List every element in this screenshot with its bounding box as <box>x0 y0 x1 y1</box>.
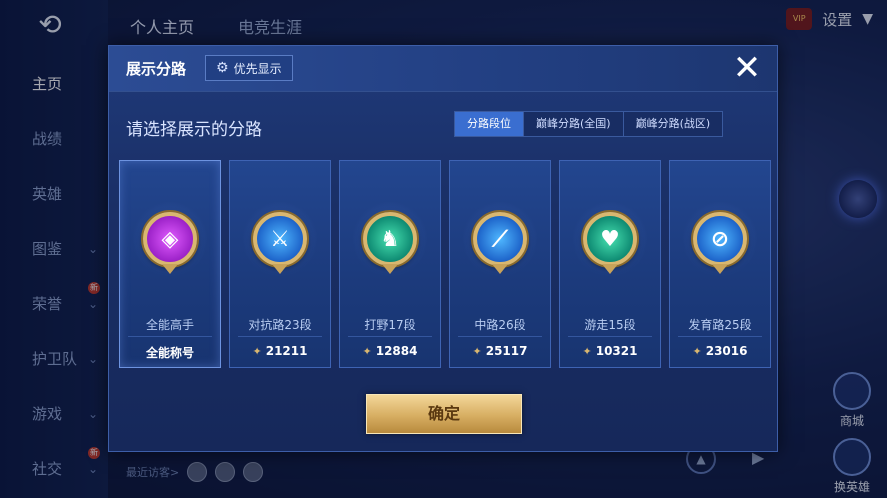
divider <box>348 336 432 337</box>
modal-subtitle: 请选择展示的分路 <box>126 120 262 140</box>
lane-score: 全能称号 <box>120 344 220 361</box>
gear-icon: ⚙ <box>216 60 229 76</box>
filter-tab[interactable]: 巅峰分路(全国) <box>524 112 624 136</box>
modal-header: 展示分路 ⚙ 优先显示 ✕ <box>109 46 777 92</box>
filter-tab[interactable]: 分路段位 <box>455 112 524 136</box>
lane-rank-label: 发育路25段 <box>688 318 752 332</box>
lane-score-value: 10321 <box>595 344 638 358</box>
score-icon: ✦ <box>472 344 482 358</box>
modal-title: 展示分路 <box>126 60 187 78</box>
divider <box>568 336 652 337</box>
lane-emblem-icon: ♞ <box>363 212 417 274</box>
divider <box>458 336 542 337</box>
lane-score: ✦ 10321 <box>560 344 660 358</box>
lane-score: ✦ 12884 <box>340 344 440 358</box>
lane-card[interactable]: ♞ 打野17段 ✦ 12884 <box>339 160 441 368</box>
lane-card[interactable]: ⊘ 发育路25段 ✦ 23016 <box>669 160 771 368</box>
lane-score-value: 12884 <box>375 344 418 358</box>
score-icon: ✦ <box>692 344 702 358</box>
filter-tabs: 分路段位 巅峰分路(全国) 巅峰分路(战区) <box>454 111 724 137</box>
divider <box>128 336 212 337</box>
lane-emblem-icon: ⟋ <box>473 212 527 274</box>
priority-display-label: 优先显示 <box>233 61 282 76</box>
emblem-glow: ♞ <box>352 201 428 277</box>
divider <box>238 336 322 337</box>
lane-rank-label: 中路26段 <box>474 318 526 332</box>
score-icon: ✦ <box>252 344 262 358</box>
lane-card[interactable]: ♥ 游走15段 ✦ 10321 <box>559 160 661 368</box>
lane-score: ✦ 23016 <box>670 344 770 358</box>
lane-score: ✦ 25117 <box>450 344 550 358</box>
lane-score-value: 全能称号 <box>145 346 194 360</box>
lane-emblem-icon: ◈ <box>143 212 197 274</box>
lane-score-value: 25117 <box>485 344 528 358</box>
lane-emblem-icon: ⚔ <box>253 212 307 274</box>
confirm-button[interactable]: 确定 <box>366 394 522 434</box>
lane-rank-label: 全能高手 <box>145 318 194 332</box>
lane-card[interactable]: ⚔ 对抗路23段 ✦ 21211 <box>229 160 331 368</box>
divider <box>678 336 762 337</box>
lane-rank-label: 游走15段 <box>584 318 636 332</box>
emblem-glow: ⊘ <box>682 201 758 277</box>
lane-score-value: 21211 <box>265 344 308 358</box>
lane-card[interactable]: ⟋ 中路26段 ✦ 25117 <box>449 160 551 368</box>
lane-emblem-icon: ⊘ <box>693 212 747 274</box>
priority-display-button[interactable]: ⚙ 优先显示 <box>205 55 293 81</box>
lane-score-value: 23016 <box>705 344 748 358</box>
lane-rank-label: 打野17段 <box>364 318 416 332</box>
emblem-glow: ◈ <box>132 201 208 277</box>
emblem-glow: ⚔ <box>242 201 318 277</box>
lane-display-modal: 展示分路 ⚙ 优先显示 ✕ 请选择展示的分路 分路段位 巅峰分路(全国) 巅峰分路(… <box>108 45 778 452</box>
emblem-glow: ⟋ <box>462 201 538 277</box>
lane-cards: ◈ 全能高手 全能称号 ⚔ 对抗路23段 ✦ 21211 ♞ 打野17段 ✦ 12884 ⟋ 中路26段… <box>119 160 771 368</box>
score-icon: ✦ <box>582 344 592 358</box>
emblem-glow: ♥ <box>572 201 648 277</box>
lane-card[interactable]: ◈ 全能高手全能称号 <box>119 160 221 368</box>
close-icon[interactable]: ✕ <box>729 51 765 87</box>
filter-tab[interactable]: 巅峰分路(战区) <box>624 112 723 136</box>
lane-emblem-icon: ♥ <box>583 212 637 274</box>
score-icon: ✦ <box>362 344 372 358</box>
lane-rank-label: 对抗路23段 <box>248 318 312 332</box>
lane-score: ✦ 21211 <box>230 344 330 358</box>
